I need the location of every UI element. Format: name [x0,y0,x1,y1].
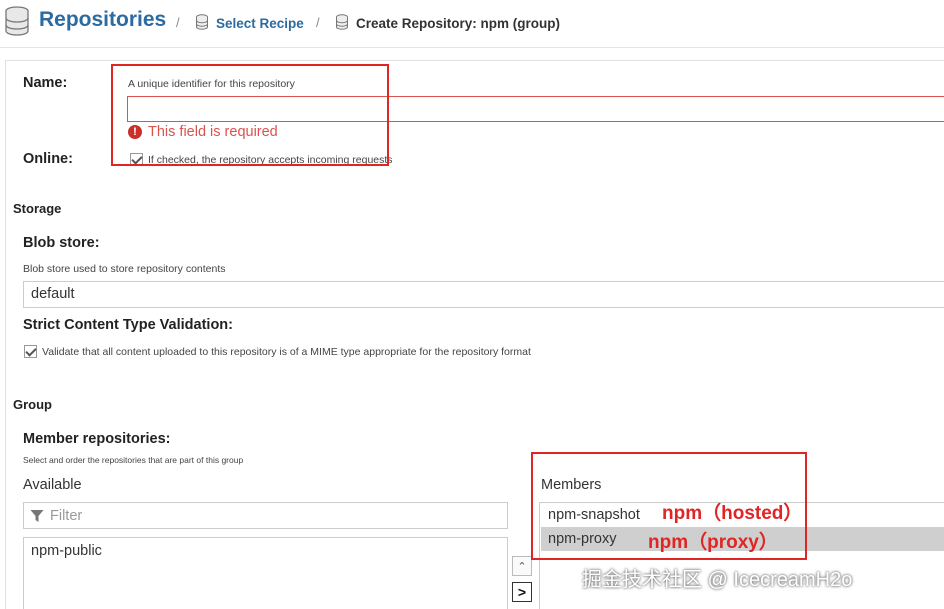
annotation-box-name [111,64,389,166]
breadcrumb-current: Create Repository: npm (group) [356,16,561,31]
breadcrumb-separator: / [176,15,180,30]
blob-store-label: Blob store: [23,235,100,251]
online-label: Online: [23,151,73,167]
strict-validation-checkbox[interactable] [24,345,37,358]
name-label: Name: [23,75,68,91]
strict-validation-label: Strict Content Type Validation: [23,317,233,333]
move-right-button[interactable]: > [512,582,532,602]
database-icon [336,14,348,30]
breadcrumb-separator: / [316,15,320,30]
available-item-npm-public[interactable]: npm-public [31,543,102,559]
database-icon [196,14,208,30]
blob-store-select[interactable]: default [23,281,944,308]
annotation-proxy: npm（proxy） [648,532,778,553]
annotation-hosted: npm（hosted） [662,503,803,524]
breadcrumb-link-select-recipe[interactable]: Select Recipe [216,16,304,31]
blob-store-help: Blob store used to store repository cont… [23,263,226,275]
filter-input[interactable]: Filter [23,502,508,529]
filter-icon [30,509,44,522]
page-title[interactable]: Repositories [39,8,166,32]
filter-placeholder: Filter [50,507,83,524]
watermark: 掘金技术社区 @ IcecreamH2o [582,569,853,591]
group-section-title: Group [13,397,52,412]
move-up-button[interactable]: ⌃ [512,556,532,576]
member-repositories-help: Select and order the repositories that a… [23,455,244,465]
available-heading: Available [23,477,82,493]
member-repositories-label: Member repositories: [23,431,171,447]
database-icon [5,6,29,36]
strict-validation-help: Validate that all content uploaded to th… [42,345,531,358]
strict-validation-row[interactable]: Validate that all content uploaded to th… [24,345,531,358]
page-header: Repositories / Select Recipe / Create Re… [0,0,944,48]
storage-section-title: Storage [13,201,62,216]
